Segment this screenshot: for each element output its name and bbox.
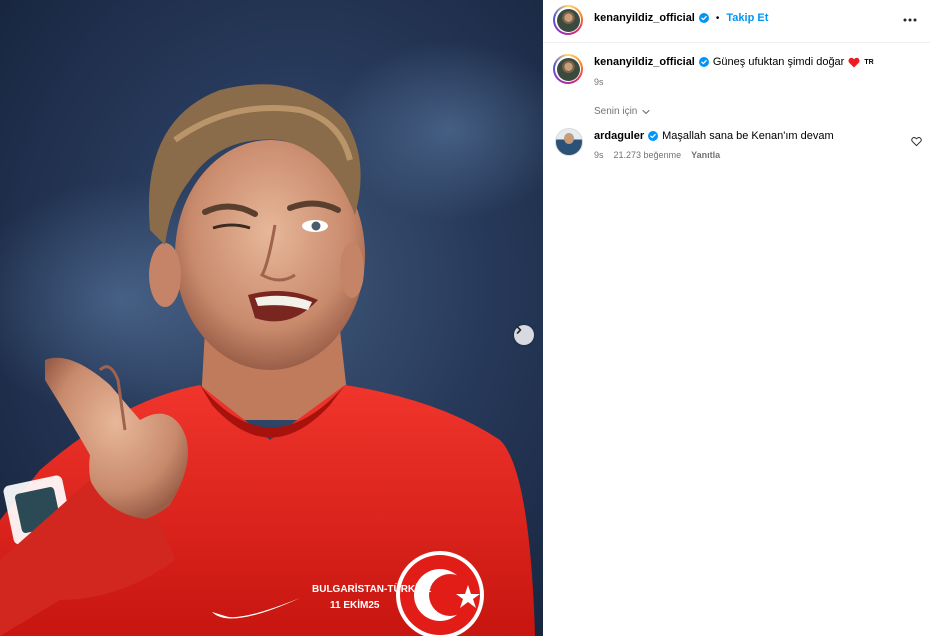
comment-likes[interactable]: 21.273 beğenme — [614, 150, 682, 160]
author-username[interactable]: kenanyildiz_official — [594, 12, 695, 24]
post-viewer: BULGARİSTAN-TÜRKİYE 11 EKİM25 kenanyildi… — [0, 0, 930, 636]
verified-badge-icon — [648, 131, 659, 141]
jersey-text-1: BULGARİSTAN-TÜRKİYE — [312, 582, 432, 595]
author-avatar[interactable] — [553, 5, 583, 35]
red-heart-emoji-icon — [848, 57, 860, 67]
comment-text: Maşallah sana be Kenan'ım devam — [662, 130, 834, 142]
follow-button[interactable]: Takip Et — [726, 12, 768, 24]
heart-outline-icon[interactable] — [911, 136, 922, 147]
comment-meta: 9s 21.273 beğenme Yanıtla — [594, 150, 720, 160]
post-photo[interactable]: BULGARİSTAN-TÜRKİYE 11 EKİM25 — [0, 0, 543, 636]
caption-username[interactable]: kenanyildiz_official — [594, 56, 695, 68]
comment-username[interactable]: ardaguler — [594, 130, 644, 142]
chevron-right-icon — [516, 326, 522, 334]
post-side-panel: kenanyildiz_official • Takip Et kenanyil… — [543, 0, 930, 636]
caption-time[interactable]: 9s — [594, 77, 604, 87]
more-options-icon[interactable] — [902, 12, 918, 28]
flag-label: TR — [864, 58, 874, 66]
jersey-text-2: 11 EKİM25 — [330, 598, 380, 611]
caption-row: kenanyildiz_official Güneş ufuktan şimdi… — [594, 56, 874, 68]
comment-row: ardaguler Maşallah sana be Kenan'ım deva… — [594, 130, 834, 142]
header-separator: • — [715, 12, 720, 24]
caption-avatar[interactable] — [553, 54, 583, 84]
chevron-down-icon — [642, 109, 650, 114]
verified-badge-icon — [698, 57, 709, 67]
player-illustration: BULGARİSTAN-TÜRKİYE 11 EKİM25 — [0, 40, 543, 636]
comment-time[interactable]: 9s — [594, 150, 604, 160]
comment-sort-dropdown[interactable]: Senin için — [594, 106, 651, 117]
commenter-avatar[interactable] — [555, 128, 583, 156]
verified-badge-icon — [698, 13, 709, 23]
post-header: kenanyildiz_official • Takip Et — [543, 0, 930, 43]
reply-button[interactable]: Yanıtla — [691, 150, 720, 160]
caption-text: Güneş ufuktan şimdi doğar — [712, 56, 845, 68]
sort-label: Senin için — [594, 106, 638, 117]
next-photo-button[interactable] — [514, 325, 534, 345]
